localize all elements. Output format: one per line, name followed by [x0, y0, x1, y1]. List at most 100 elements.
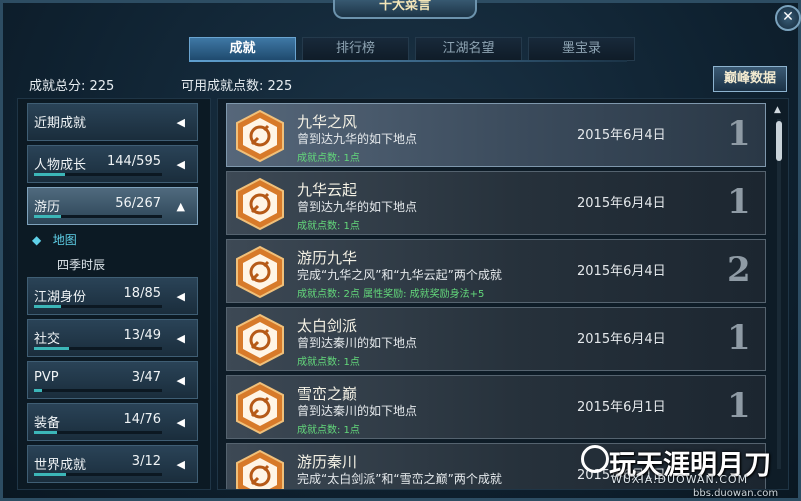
close-icon: ✕ — [782, 9, 794, 25]
achievement-badge-icon — [236, 177, 284, 231]
achievement-badge-icon — [236, 381, 284, 435]
collapse-arrow-icon: ◀ — [176, 158, 185, 171]
list-scrollbar[interactable]: ▲ — [774, 105, 784, 483]
achievement-badge-icon — [236, 245, 284, 299]
category-growth[interactable]: 人物成长 144/595 ◀ — [27, 145, 198, 183]
achievement-badge-icon — [236, 109, 284, 163]
achievement-score: 1 — [727, 386, 751, 426]
category-identity[interactable]: 江湖身份 18/85 ◀ — [27, 277, 198, 315]
category-travel[interactable]: 游历 56/267 ▲ — [27, 187, 198, 225]
category-label: 江湖身份 — [34, 290, 87, 305]
achievement-date: 2015年6月4日 — [577, 264, 666, 279]
achievement-row[interactable]: 游历九华 完成“九华之风”和“九华云起”两个成就 成就点数: 2点 属性奖励: … — [226, 239, 766, 303]
scroll-thumb[interactable] — [776, 121, 782, 161]
achievement-date: 2015年6月4日 — [577, 332, 666, 347]
subitem-seasons[interactable]: 四季时辰 — [57, 256, 105, 273]
category-progress-bar — [34, 215, 162, 218]
achievement-date: 2015年6月4日 — [577, 196, 666, 211]
category-label: 近期成就 — [34, 116, 87, 131]
achievement-row[interactable]: 太白剑派 曾到达秦川的如下地点 成就点数: 1点 2015年6月4日 1 — [226, 307, 766, 371]
tab-bar: 成就 排行榜 江湖名望 墨宝录 — [189, 37, 635, 61]
category-label: PVP — [34, 370, 59, 385]
category-progress-bar — [34, 347, 162, 350]
achievement-desc: 曾到达秦川的如下地点 — [297, 336, 418, 350]
category-social[interactable]: 社交 13/49 ◀ — [27, 319, 198, 357]
achievement-score: 2 — [727, 250, 751, 290]
window-title: 十大菜言 — [333, 0, 477, 19]
achievement-name: 九华云起 — [297, 181, 358, 199]
achievement-list: 九华之风 曾到达九华的如下地点 成就点数: 1点 2015年6月4日 1 九华云… — [217, 98, 789, 490]
diamond-icon: ◆ — [32, 233, 42, 247]
category-count: 3/12 — [131, 454, 161, 469]
category-recent[interactable]: 近期成就 ◀ — [27, 103, 198, 141]
tab-ranking[interactable]: 排行榜 — [302, 37, 409, 61]
expand-arrow-icon: ▲ — [176, 200, 185, 213]
achievement-row[interactable]: 九华云起 曾到达九华的如下地点 成就点数: 1点 2015年6月4日 1 — [226, 171, 766, 235]
achievement-points: 成就点数: 2点 属性奖励: 成就奖励身法+5 — [297, 289, 485, 300]
achievement-score: 1 — [727, 114, 751, 154]
category-progress-bar — [34, 431, 162, 434]
category-progress-bar — [34, 473, 162, 476]
peak-data-button[interactable]: 巅峰数据 — [713, 66, 787, 92]
achievement-score: 1 — [727, 318, 751, 358]
category-count: 14/76 — [123, 412, 161, 427]
achievement-window: 十大菜言 ✕ 成就 排行榜 江湖名望 墨宝录 成就总分: 225 可用成就点数:… — [0, 0, 801, 501]
achievement-row[interactable]: 雪峦之巅 曾到达秦川的如下地点 成就点数: 1点 2015年6月1日 1 — [226, 375, 766, 439]
achievement-name: 游历九华 — [297, 249, 358, 267]
category-count: 13/49 — [123, 328, 161, 343]
achievement-points: 成就点数: 1点 — [297, 153, 360, 164]
tab-calligraphy[interactable]: 墨宝录 — [528, 37, 635, 61]
collapse-arrow-icon: ◀ — [176, 332, 185, 345]
category-label: 装备 — [34, 416, 61, 431]
achievement-badge-icon — [236, 313, 284, 367]
category-pvp[interactable]: PVP 3/47 ◀ — [27, 361, 198, 399]
subitem-map[interactable]: ◆ 地图 — [32, 231, 77, 248]
achievement-score: 1 — [727, 182, 751, 222]
achievement-name: 雪峦之巅 — [297, 385, 358, 403]
achievement-name: 游历秦川 — [297, 453, 358, 471]
category-label: 人物成长 — [34, 158, 87, 173]
tab-reputation[interactable]: 江湖名望 — [415, 37, 522, 61]
category-sidebar: 近期成就 ◀ 人物成长 144/595 ◀ 游历 56/267 ▲ ◆ 地图 四… — [17, 98, 211, 490]
achievement-desc: 曾到达九华的如下地点 — [297, 200, 418, 214]
scroll-up-icon[interactable]: ▲ — [774, 105, 781, 115]
category-label: 社交 — [34, 332, 61, 347]
achievement-date: 2015年6月4日 — [577, 128, 666, 143]
collapse-arrow-icon: ◀ — [176, 374, 185, 387]
category-progress-bar — [34, 305, 162, 308]
category-count: 18/85 — [123, 286, 161, 301]
collapse-arrow-icon: ◀ — [176, 116, 185, 129]
category-count: 56/267 — [115, 196, 161, 211]
collapse-arrow-icon: ◀ — [176, 458, 185, 471]
category-count: 3/47 — [131, 370, 161, 385]
close-button[interactable]: ✕ — [775, 5, 801, 31]
achievement-date: 2015年6月1日 — [577, 400, 666, 415]
category-progress-bar — [34, 389, 162, 392]
collapse-arrow-icon: ◀ — [176, 290, 185, 303]
achievement-row[interactable]: 九华之风 曾到达九华的如下地点 成就点数: 1点 2015年6月4日 1 — [226, 103, 766, 167]
achievement-points: 成就点数: 1点 — [297, 357, 360, 368]
achievement-desc: 曾到达九华的如下地点 — [297, 132, 418, 146]
category-equipment[interactable]: 装备 14/76 ◀ — [27, 403, 198, 441]
scroll-track — [777, 119, 781, 469]
achievement-name: 九华之风 — [297, 113, 358, 131]
subitem-label: 地图 — [52, 233, 77, 247]
achievement-points: 成就点数: 1点 — [297, 425, 360, 436]
tab-achievements[interactable]: 成就 — [189, 37, 296, 61]
category-progress-bar — [34, 173, 162, 176]
achievement-desc: 曾到达秦川的如下地点 — [297, 404, 418, 418]
achievement-desc: 完成“太白剑派”和“雪峦之巅”两个成就 — [297, 472, 502, 486]
category-world[interactable]: 世界成就 3/12 ◀ — [27, 445, 198, 483]
watermark-forum-url: bbs.duowan.com — [693, 488, 779, 499]
achievement-points: 成就点数: 1点 — [297, 221, 360, 232]
achievement-desc: 完成“九华之风”和“九华云起”两个成就 — [297, 268, 502, 282]
category-label: 游历 — [34, 200, 61, 215]
category-count: 144/595 — [106, 154, 161, 169]
tab-underline — [189, 60, 627, 62]
available-points: 可用成就点数: 225 — [181, 79, 293, 94]
total-score: 成就总分: 225 — [29, 79, 115, 94]
watermark-url: WUXIA.DUOWAN.COM — [611, 473, 749, 486]
category-label: 世界成就 — [34, 458, 87, 473]
achievement-badge-icon — [236, 449, 284, 489]
watermark-logo-icon — [581, 445, 609, 473]
